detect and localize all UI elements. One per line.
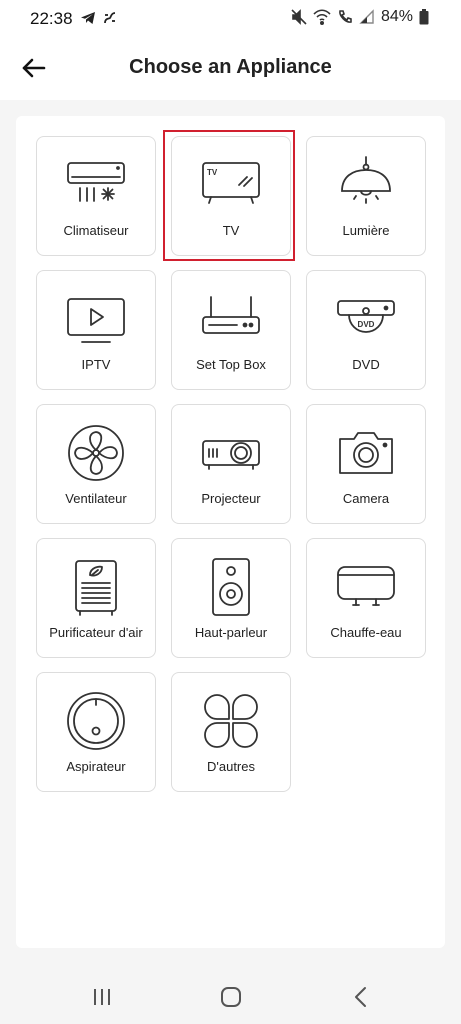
battery-percent: 84% (380, 8, 413, 25)
appliance-label: Purificateur d'air (49, 625, 143, 640)
appliance-panel: Climatiseur TV TV Lumière IPTV Set Top B… (16, 116, 445, 948)
telegram-icon (80, 10, 96, 26)
status-left-icons (80, 9, 118, 27)
robot-vacuum-icon (66, 691, 126, 751)
appliance-dvd[interactable]: DVD DVD (306, 270, 426, 390)
appliance-projecteur[interactable]: Projecteur (171, 404, 291, 524)
fan-icon (66, 423, 126, 483)
dvd-icon-text: DVD (358, 320, 375, 329)
appliance-label: D'autres (206, 759, 255, 774)
navigation-bar (0, 966, 461, 1024)
appliance-lumiere[interactable]: Lumière (306, 136, 426, 256)
appliance-chauffe-eau[interactable]: Chauffe-eau (306, 538, 426, 658)
appliance-climatiseur[interactable]: Climatiseur (36, 136, 156, 256)
speaker-icon (201, 557, 261, 617)
signal-icon (359, 9, 375, 25)
status-right-icons: 84% (291, 8, 429, 26)
home-icon (216, 982, 246, 1012)
header: Choose an Appliance (0, 36, 461, 100)
appliance-label: Projecteur (201, 491, 261, 506)
camera-icon (336, 423, 396, 483)
others-icon (201, 691, 261, 751)
appliance-label: IPTV (81, 357, 111, 372)
nav-back-button[interactable] (346, 982, 376, 1012)
back-icon (346, 982, 376, 1012)
tv-icon: TV (201, 155, 261, 215)
home-button[interactable] (216, 982, 246, 1012)
appliance-label: DVD (352, 357, 380, 372)
appliance-aspirateur[interactable]: Aspirateur (36, 672, 156, 792)
appliance-label: Camera (342, 491, 390, 506)
appliance-autres[interactable]: D'autres (171, 672, 291, 792)
water-heater-icon (336, 557, 396, 617)
link-icon (102, 10, 118, 26)
projector-icon (201, 423, 261, 483)
appliance-purificateur[interactable]: Purificateur d'air (36, 538, 156, 658)
appliance-label: Climatiseur (63, 223, 129, 238)
air-conditioner-icon (66, 155, 126, 215)
appliance-iptv[interactable]: IPTV (36, 270, 156, 390)
wifi-icon (313, 9, 331, 25)
battery-icon (419, 9, 429, 25)
appliance-camera[interactable]: Camera (306, 404, 426, 524)
appliance-set-top-box[interactable]: Set Top Box (171, 270, 291, 390)
air-purifier-icon (66, 557, 126, 617)
wifi-call-icon (337, 9, 353, 25)
mute-icon (291, 9, 307, 25)
recent-apps-button[interactable] (87, 982, 117, 1012)
appliance-tv[interactable]: TV TV (171, 136, 291, 256)
lamp-icon (336, 155, 396, 215)
appliance-grid: Climatiseur TV TV Lumière IPTV Set Top B… (36, 136, 426, 792)
appliance-label: Ventilateur (65, 491, 127, 506)
iptv-icon (66, 289, 126, 349)
status-time: 22:38 (30, 9, 73, 28)
appliance-label: TV (222, 223, 240, 238)
appliance-label: Aspirateur (66, 759, 126, 774)
recent-apps-icon (87, 982, 117, 1012)
tv-icon-text: TV (207, 168, 218, 177)
appliance-label: Set Top Box (196, 357, 266, 372)
appliance-ventilateur[interactable]: Ventilateur (36, 404, 156, 524)
set-top-box-icon (201, 289, 261, 349)
appliance-label: Chauffe-eau (330, 625, 402, 640)
status-bar: 22:38 84% (0, 0, 461, 36)
appliance-label: Haut-parleur (194, 625, 268, 640)
dvd-icon: DVD (336, 289, 396, 349)
appliance-label: Lumière (342, 223, 390, 238)
appliance-haut-parleur[interactable]: Haut-parleur (171, 538, 291, 658)
page-title: Choose an Appliance (129, 56, 332, 78)
